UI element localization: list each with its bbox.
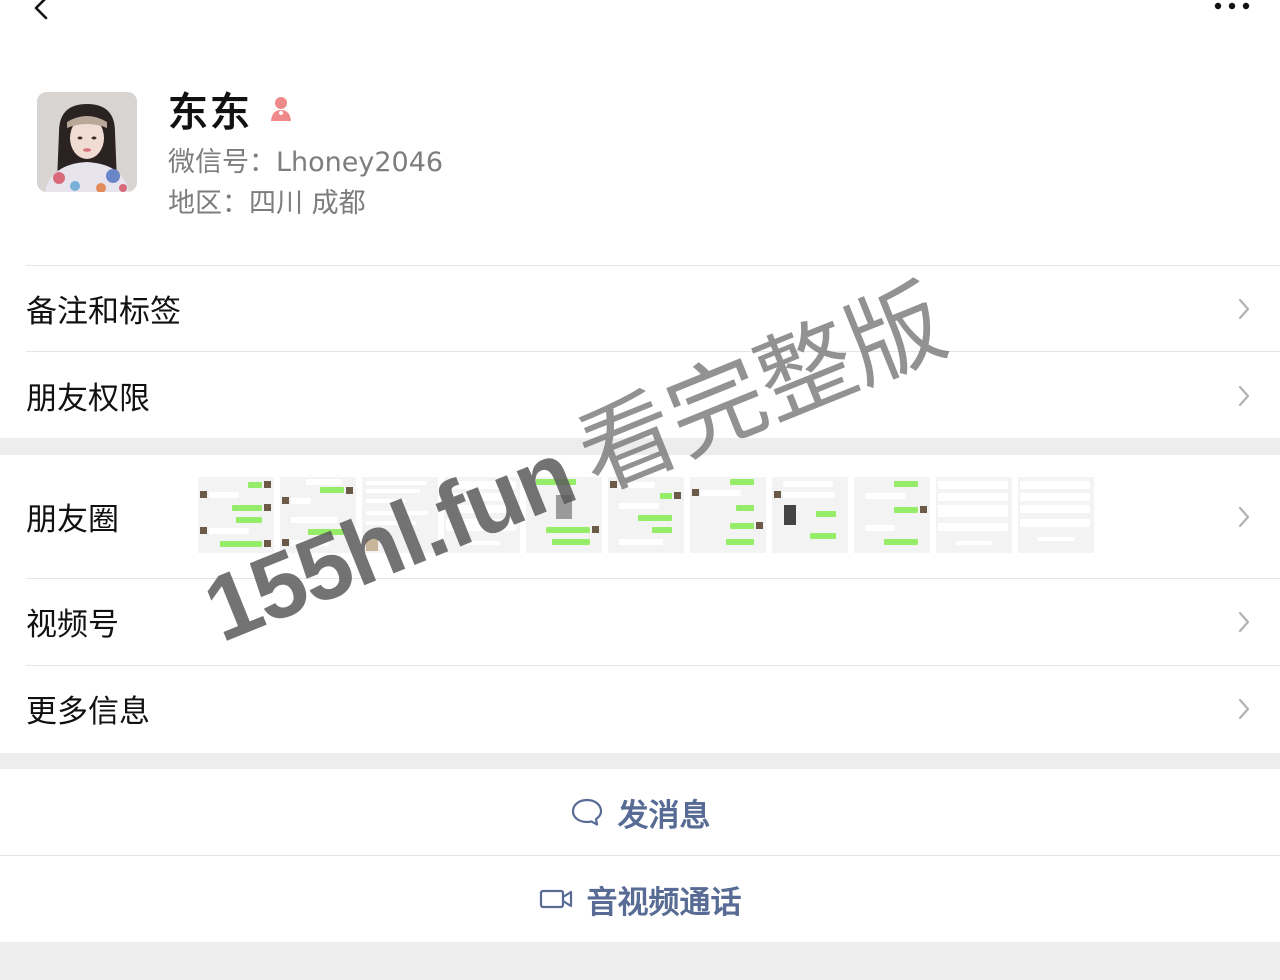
chevron-right-icon [1238, 611, 1250, 632]
back-arrow-icon[interactable] [24, 0, 60, 28]
contact-profile-page: 东东 微信号：Lhoney2046 地区：四川 成都 备注和标签 朋友权限 朋友… [0, 0, 1280, 980]
channels-label: 视频号 [26, 607, 119, 643]
moments-label: 朋友圈 [26, 502, 119, 538]
moment-thumbnail [526, 477, 602, 553]
moment-thumbnail [772, 477, 848, 553]
moments-row[interactable]: 朋友圈 [0, 455, 1280, 578]
moment-thumbnail [690, 477, 766, 553]
contact-name: 东东 [168, 90, 252, 136]
moment-thumbnail [198, 477, 274, 553]
video-call-label: 音视频通话 [586, 884, 742, 921]
video-camera-icon [539, 889, 572, 909]
moment-thumbnail [936, 477, 1012, 553]
friend-permissions-row[interactable]: 朋友权限 [0, 352, 1280, 439]
info-group: 朋友圈 视频号 更多信息 [0, 455, 1280, 753]
chevron-right-icon [1238, 506, 1250, 527]
female-icon [271, 97, 291, 121]
chat-bubble-icon [571, 798, 602, 826]
avatar[interactable] [37, 92, 137, 192]
more-options-icon[interactable] [1212, 0, 1252, 14]
moment-thumbnail [854, 477, 930, 553]
friend-permissions-label: 朋友权限 [26, 381, 150, 417]
wechat-id: 微信号：Lhoney2046 [168, 147, 444, 178]
top-bar [0, 0, 1280, 40]
remarks-and-tags-row[interactable]: 备注和标签 [0, 265, 1280, 352]
chevron-right-icon [1238, 298, 1250, 319]
send-message-button[interactable]: 发消息 [0, 769, 1280, 855]
chevron-right-icon [1238, 385, 1250, 406]
chevron-right-icon [1238, 698, 1250, 719]
profile-header: 东东 微信号：Lhoney2046 地区：四川 成都 [0, 40, 1280, 265]
moment-thumbnail [444, 477, 520, 553]
moments-thumbnails [198, 477, 1094, 553]
moment-thumbnail [362, 477, 438, 553]
moment-thumbnail [1018, 477, 1094, 553]
settings-group: 备注和标签 朋友权限 [0, 265, 1280, 438]
moment-thumbnail [608, 477, 684, 553]
channels-row[interactable]: 视频号 [0, 578, 1280, 665]
region: 地区：四川 成都 [168, 188, 366, 219]
send-message-label: 发消息 [617, 797, 711, 834]
more-info-label: 更多信息 [26, 694, 150, 730]
name-row: 东东 [168, 80, 296, 138]
video-call-button[interactable]: 音视频通话 [0, 856, 1280, 942]
remarks-and-tags-label: 备注和标签 [26, 294, 181, 330]
more-info-row[interactable]: 更多信息 [0, 665, 1280, 752]
moment-thumbnail [280, 477, 356, 553]
